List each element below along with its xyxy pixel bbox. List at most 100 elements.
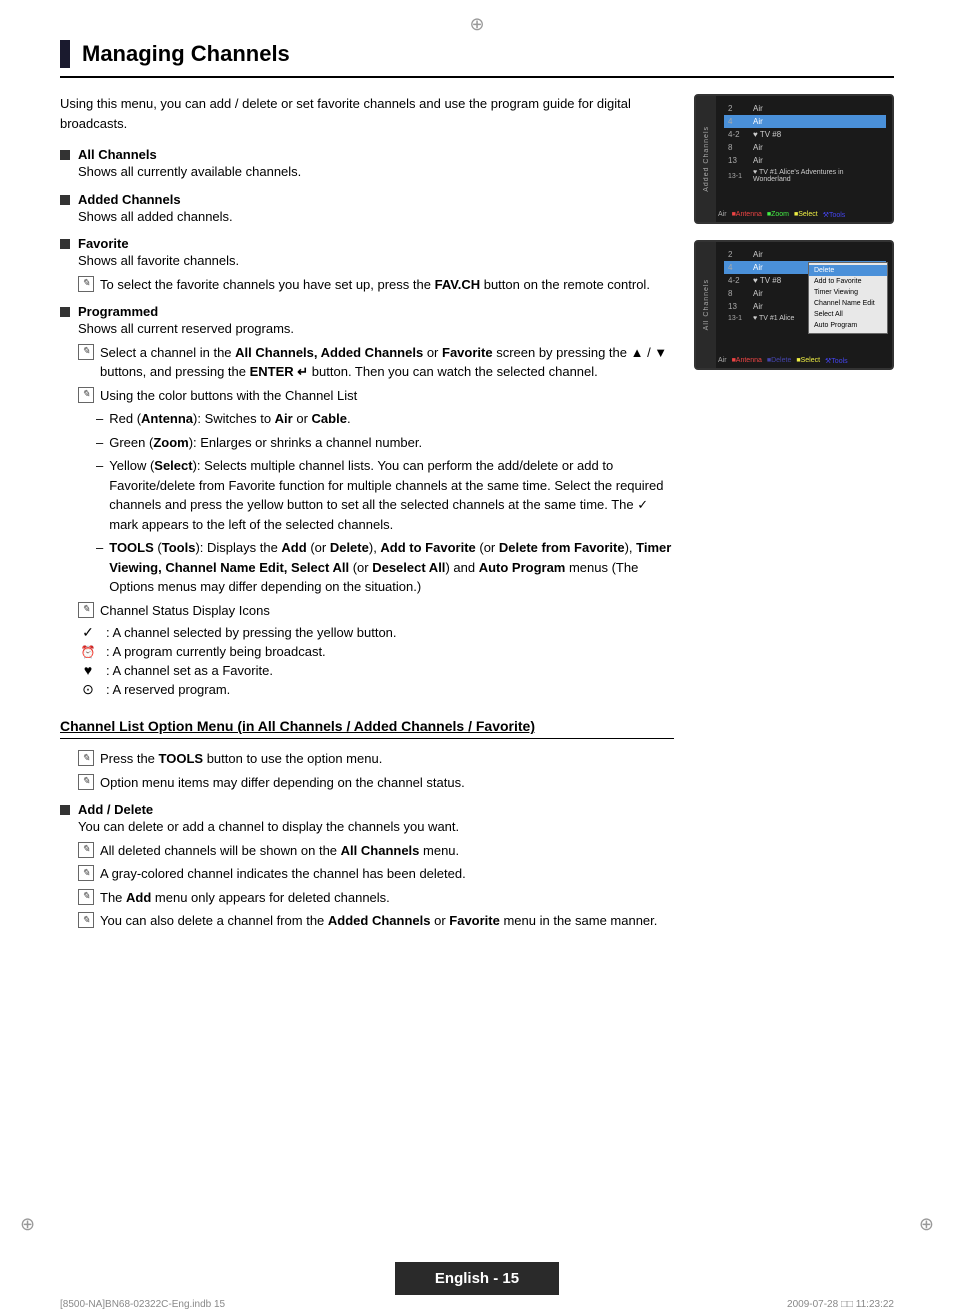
tools-note-1-text: Press the TOOLS button to use the option…	[100, 749, 382, 769]
bullet-favorite	[60, 239, 70, 249]
add-delete-note-4: ✎ You can also delete a channel from the…	[78, 911, 674, 931]
section-title-bar: Managing Channels	[60, 40, 894, 78]
tv-footer-2-delete: ■Delete	[767, 357, 791, 365]
added-channels-title: Added Channels	[78, 192, 181, 207]
image-panel: Added Channels 2 Air 4 Air 4-2 ♥ TV #8	[694, 94, 894, 941]
programmed-title: Programmed	[78, 304, 158, 319]
section-programmed: Programmed Shows all current reserved pr…	[60, 304, 674, 698]
tv-screenshot-1: Added Channels 2 Air 4 Air 4-2 ♥ TV #8	[694, 94, 894, 224]
tv-footer-tools: ⚒Tools	[823, 211, 846, 219]
tv-sidebar-2: All Channels	[696, 242, 716, 368]
all-channels-desc: Shows all currently available channels.	[78, 162, 674, 182]
add-delete-note-3: ✎ The Add menu only appears for deleted …	[78, 888, 674, 908]
add-delete-note-2-text: A gray-colored channel indicates the cha…	[100, 864, 466, 884]
channel-status-note: ✎ Channel Status Display Icons	[78, 601, 674, 621]
bullet-programmed	[60, 307, 70, 317]
tools-note-2: ✎ Option menu items may differ depending…	[78, 773, 674, 793]
note-icon-2: ✎	[78, 344, 94, 360]
add-delete-note-3-text: The Add menu only appears for deleted ch…	[100, 888, 390, 908]
menu-timer: Timer Viewing	[809, 287, 887, 298]
tv-main-area-1: 2 Air 4 Air 4-2 ♥ TV #8 8 Air	[724, 102, 886, 185]
tv-row-2: 2 Air	[724, 248, 886, 261]
add-delete-note-1-text: All deleted channels will be shown on th…	[100, 841, 459, 861]
programmed-note-2: ✎ Using the color buttons with the Chann…	[78, 386, 674, 406]
color-buttons-list: – Red (Antenna): Switches to Air or Cabl…	[96, 409, 674, 597]
programmed-note-2-text: Using the color buttons with the Channel…	[100, 386, 357, 406]
tv-row: 13-1 ♥ TV #1 Alice's Adventures in Wonde…	[724, 167, 886, 185]
favorite-note-text: To select the favorite channels you have…	[100, 275, 650, 295]
note-icon-5: ✎	[78, 750, 94, 766]
tv-footer-2-antenna: ■Antenna	[732, 357, 762, 365]
crosshair-bottom-left-icon: ⊕	[20, 1214, 35, 1235]
bullet-all-channels	[60, 150, 70, 160]
color-btn-tools: – TOOLS (Tools): Displays the Add (or De…	[96, 538, 674, 597]
menu-add-favorite: Add to Favorite	[809, 276, 887, 287]
tv-footer-zoom: ■Zoom	[767, 211, 789, 219]
status-favorite: ♥ : A channel set as a Favorite.	[78, 662, 674, 678]
tv-row: 13 Air	[724, 154, 886, 167]
favorite-note: ✎ To select the favorite channels you ha…	[78, 275, 674, 295]
menu-select-all: Select All	[809, 309, 887, 320]
title-accent	[60, 40, 70, 68]
add-delete-section: Add / Delete You can delete or add a cha…	[60, 802, 674, 931]
color-btn-red: – Red (Antenna): Switches to Air or Cabl…	[96, 409, 674, 429]
color-btn-green-text: Green (Zoom): Enlarges or shrinks a chan…	[109, 433, 422, 453]
add-delete-note-4-text: You can also delete a channel from the A…	[100, 911, 657, 931]
section-added-channels: Added Channels Shows all added channels.	[60, 192, 674, 227]
context-menu: Delete Add to Favorite Timer Viewing Cha…	[808, 262, 888, 334]
crosshair-bottom-right-icon: ⊕	[919, 1214, 934, 1235]
note-icon-9: ✎	[78, 889, 94, 905]
bullet-added-channels	[60, 195, 70, 205]
tv-footer-antenna: ■Antenna	[732, 211, 762, 219]
page-title: Managing Channels	[82, 41, 290, 67]
favorite-title: Favorite	[78, 236, 129, 251]
programmed-note-1-text: Select a channel in the All Channels, Ad…	[100, 343, 674, 382]
favorite-desc: Shows all favorite channels.	[78, 251, 674, 271]
tools-note-2-text: Option menu items may differ depending o…	[100, 773, 465, 793]
programmed-desc: Shows all current reserved programs.	[78, 319, 674, 339]
note-icon-10: ✎	[78, 912, 94, 928]
status-broadcast: ⏰ : A program currently being broadcast.	[78, 644, 674, 659]
menu-name-edit: Channel Name Edit	[809, 298, 887, 309]
all-channels-title: All Channels	[78, 147, 157, 162]
add-delete-desc: You can delete or add a channel to displ…	[78, 817, 674, 837]
color-btn-tools-text: TOOLS (Tools): Displays the Add (or Dele…	[109, 538, 674, 597]
section-all-channels: All Channels Shows all currently availab…	[60, 147, 674, 182]
programmed-note-1: ✎ Select a channel in the All Channels, …	[78, 343, 674, 382]
tv-footer-2-air: Air	[718, 357, 727, 365]
section-favorite: Favorite Shows all favorite channels. ✎ …	[60, 236, 674, 294]
channel-status-label: Channel Status Display Icons	[100, 601, 270, 621]
tv-sidebar-1: Added Channels	[696, 96, 716, 222]
tv-row: 8 Air	[724, 141, 886, 154]
tv-footer-select: ■Select	[794, 211, 818, 219]
intro-text: Using this menu, you can add / delete or…	[60, 94, 674, 133]
menu-auto-program: Auto Program	[809, 320, 887, 331]
tv-footer-2-select: ■Select	[796, 357, 820, 365]
note-icon-8: ✎	[78, 865, 94, 881]
add-delete-note-1: ✎ All deleted channels will be shown on …	[78, 841, 674, 861]
page-footer: English - 15	[0, 1262, 954, 1295]
tv-sidebar-1-text: Added Channels	[703, 126, 710, 192]
page-number-box: English - 15	[395, 1262, 559, 1295]
color-btn-yellow: – Yellow (Select): Selects multiple chan…	[96, 456, 674, 534]
page-number-label: English - 15	[435, 1270, 519, 1287]
color-btn-red-text: Red (Antenna): Switches to Air or Cable.	[109, 409, 350, 429]
status-checkmark: ✓ : A channel selected by pressing the y…	[78, 624, 674, 641]
channel-list-option-title: Channel List Option Menu (in All Channel…	[60, 718, 674, 739]
added-channels-desc: Shows all added channels.	[78, 207, 674, 227]
menu-delete: Delete	[809, 265, 887, 276]
tools-note-1: ✎ Press the TOOLS button to use the opti…	[78, 749, 674, 769]
status-reserved: ⊙ : A reserved program.	[78, 681, 674, 698]
note-icon-6: ✎	[78, 774, 94, 790]
tv-screenshot-2: All Channels 2 Air 4 Air 4-2 ♥ TV #8	[694, 240, 894, 370]
footer-file-info: [8500-NA]BN68-02322C-Eng.indb 15	[60, 1299, 225, 1310]
color-btn-green: – Green (Zoom): Enlarges or shrinks a ch…	[96, 433, 674, 453]
note-icon-1: ✎	[78, 276, 94, 292]
status-icons: ✓ : A channel selected by pressing the y…	[78, 624, 674, 698]
note-icon-7: ✎	[78, 842, 94, 858]
status-favorite-desc: : A channel set as a Favorite.	[106, 663, 273, 678]
tv-row: 4-2 ♥ TV #8	[724, 128, 886, 141]
status-broadcast-desc: : A program currently being broadcast.	[106, 644, 326, 659]
tv-footer-2-tools: ⚒Tools	[825, 357, 848, 365]
status-checkmark-desc: : A channel selected by pressing the yel…	[106, 625, 397, 640]
